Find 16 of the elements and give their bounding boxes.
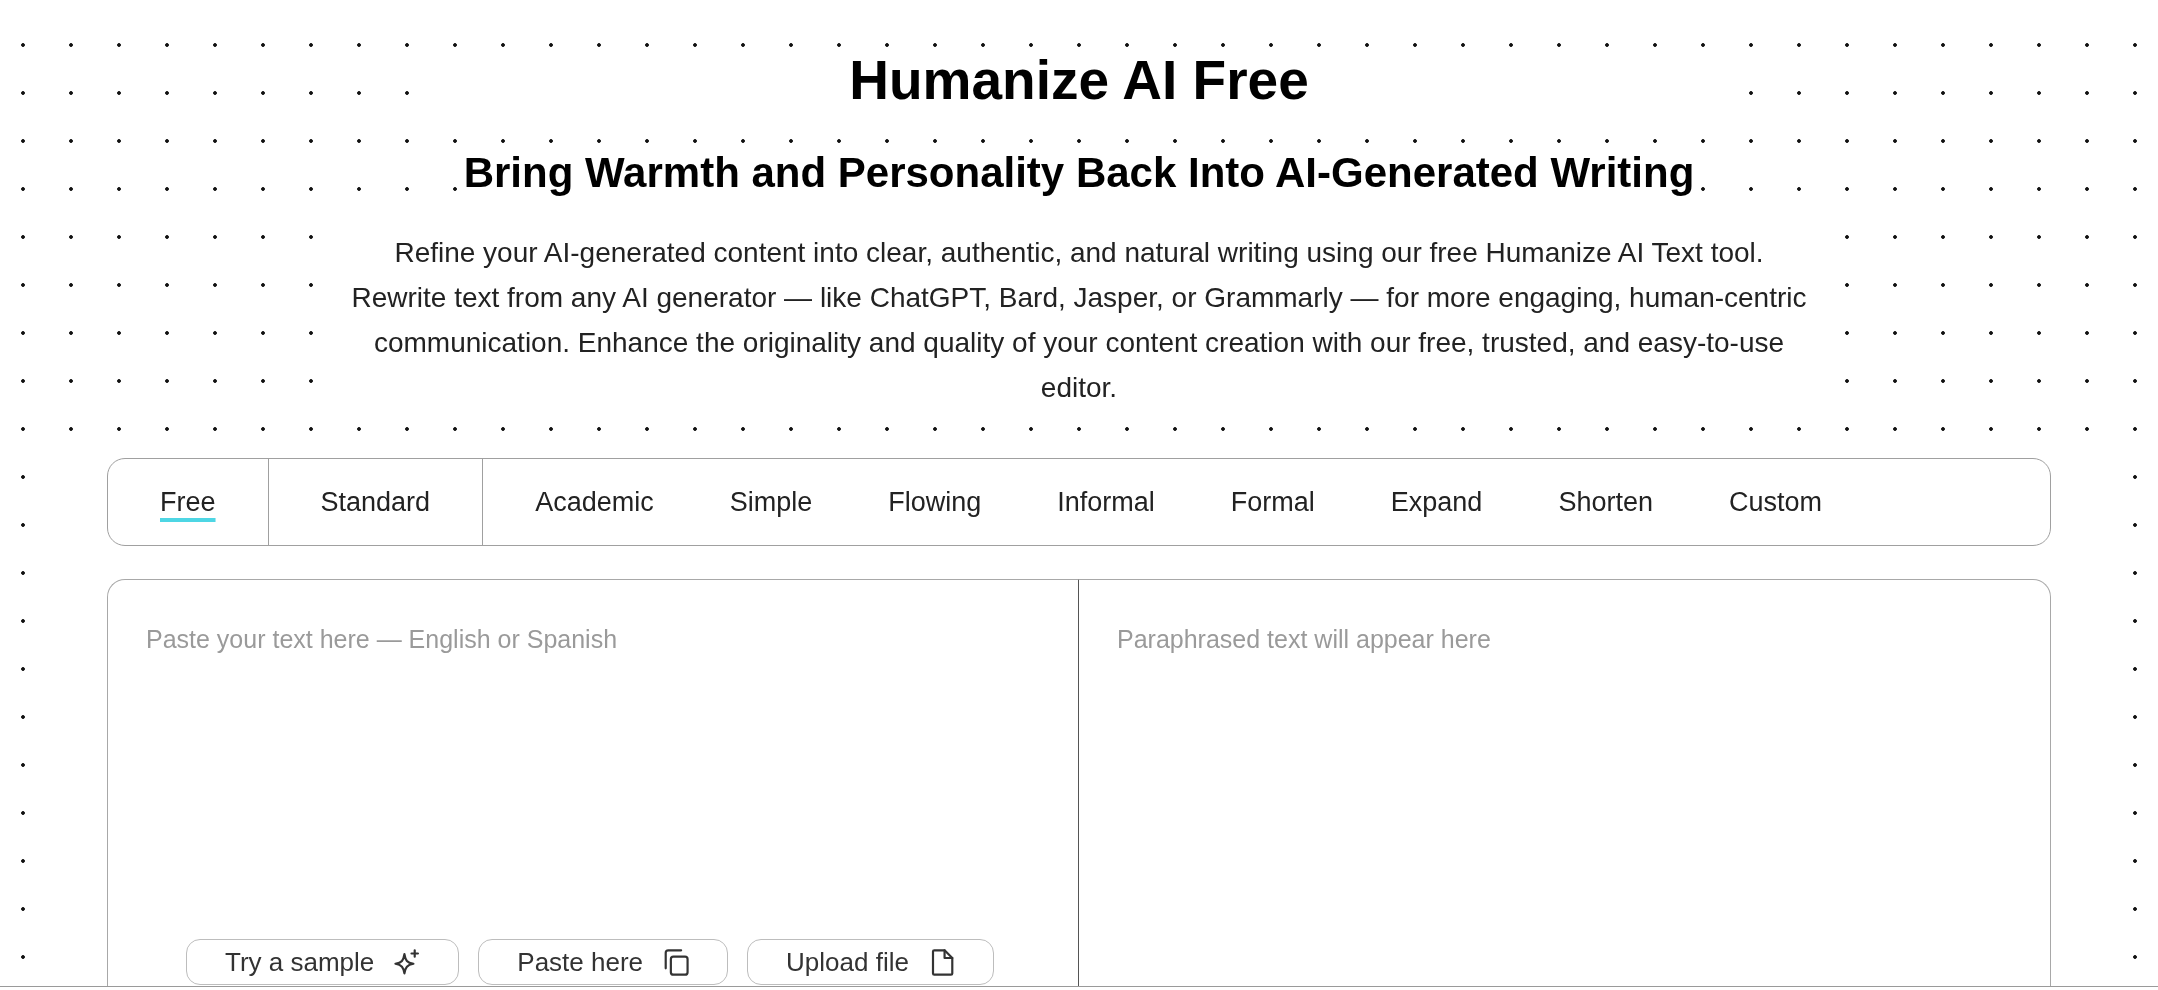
copy-icon: [663, 948, 690, 976]
sample-button[interactable]: Try a sample: [186, 939, 460, 985]
mode-tab[interactable]: Academic: [497, 459, 692, 545]
mode-tab[interactable]: Formal: [1192, 459, 1353, 545]
mode-tab[interactable]: Informal: [1019, 459, 1193, 545]
mode-tab[interactable]: Expand: [1352, 459, 1521, 545]
upload-button[interactable]: Upload file: [747, 939, 994, 985]
sparkle-icon: [394, 948, 421, 976]
mode-tab[interactable]: Flowing: [850, 459, 1020, 545]
paste-button[interactable]: Paste here: [478, 939, 729, 985]
mode-tab[interactable]: Custom: [1690, 459, 1860, 545]
output-field[interactable]: Paraphrased text will appear here: [1079, 579, 2051, 986]
mode-tab[interactable]: Shorten: [1520, 459, 1691, 545]
mode-tab[interactable]: Simple: [691, 459, 851, 545]
mode-tab[interactable]: Free: [122, 459, 254, 545]
mode-tab[interactable]: Standard: [282, 459, 469, 545]
